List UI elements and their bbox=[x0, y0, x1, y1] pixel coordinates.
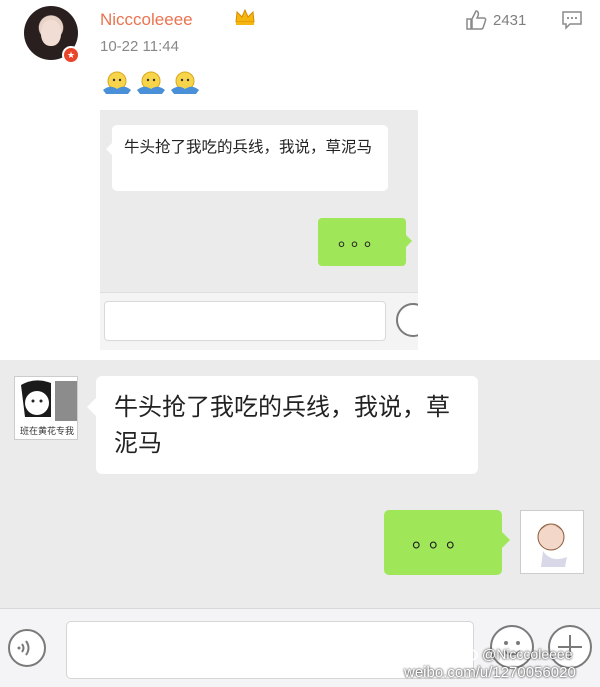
emoji-icon[interactable] bbox=[396, 303, 418, 337]
chat-screenshot-small: 牛头抢了我吃的兵线，我说，草泥马 。。。 bbox=[100, 110, 418, 350]
cartoon-face-icon bbox=[21, 380, 77, 421]
outgoing-message-bubble: 。。。 bbox=[384, 510, 510, 575]
weibo-logo-icon bbox=[460, 648, 478, 662]
verified-badge-icon: ★ bbox=[62, 46, 80, 64]
avatar-caption: 班在黄花专我 bbox=[19, 426, 74, 436]
weibo-post: ★ Nicccoleeee 10-22 11:44 2431 牛头抢了我吃的兵线… bbox=[0, 0, 600, 687]
like-button[interactable]: 2431 bbox=[465, 8, 526, 32]
emoji-icon bbox=[171, 71, 199, 94]
cartoon-character-icon bbox=[537, 523, 567, 567]
emoji-row bbox=[102, 70, 200, 96]
chat-screenshot-large: 班在黄花专我 牛头抢了我吃的兵线，我说，草泥马 。。。 bbox=[0, 360, 600, 608]
username[interactable]: Nicccoleeee bbox=[100, 10, 193, 30]
thumbs-up-icon bbox=[466, 10, 487, 30]
emoji-icon bbox=[103, 71, 131, 94]
chat-input-bar bbox=[100, 292, 418, 350]
voice-icon[interactable] bbox=[8, 629, 46, 667]
emoji-icon bbox=[137, 71, 165, 94]
incoming-message-bubble: 牛头抢了我吃的兵线，我说，草泥马 bbox=[87, 376, 478, 474]
post-timestamp: 10-22 11:44 bbox=[100, 38, 179, 55]
vip-crown-icon bbox=[235, 8, 255, 25]
self-avatar[interactable] bbox=[520, 510, 584, 574]
comment-icon[interactable] bbox=[561, 10, 583, 30]
like-count: 2431 bbox=[493, 11, 527, 29]
outgoing-message-bubble: 。。。 bbox=[318, 218, 412, 266]
watermark-url: weibo.com/u/1270056020 bbox=[404, 664, 576, 681]
incoming-message-bubble: 牛头抢了我吃的兵线，我说，草泥马 bbox=[106, 125, 388, 191]
watermark-handle: @Nicccoleeee bbox=[482, 646, 573, 662]
message-input[interactable] bbox=[104, 301, 386, 341]
contact-avatar[interactable]: 班在黄花专我 bbox=[14, 376, 78, 440]
